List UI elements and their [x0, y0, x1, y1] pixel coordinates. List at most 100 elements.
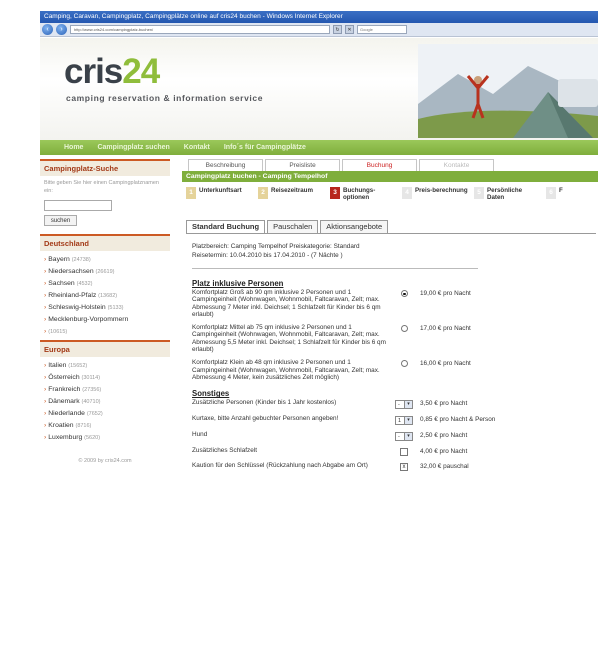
refresh-icon[interactable]: ↻	[333, 25, 342, 34]
country-count: (15652)	[68, 363, 88, 369]
region-link-schleswig-holstein[interactable]: Schleswig-Holstein (5133)	[40, 302, 170, 314]
step-number: 4	[402, 187, 412, 199]
browser-toolbar: ‹ › http://www.cris24.com/campingplatz-b…	[40, 23, 598, 37]
country-count: (7652)	[86, 411, 103, 417]
step-label: Buchungs-optionen	[343, 187, 376, 201]
region-name: Bayern	[48, 256, 70, 263]
main-navigation: Home Campingplatz suchen Kontakt Info´s …	[40, 140, 598, 155]
country-count: (40710)	[81, 399, 101, 405]
country-link-frankreich[interactable]: Frankreich (27356)	[40, 384, 170, 396]
region-name: Mecklenburg-Vorpommern	[48, 316, 129, 323]
area-line: Platzbereich: Camping Tempelhof Preiskat…	[192, 243, 360, 250]
country-name: Österreich	[48, 374, 80, 381]
step-persoenliche-daten[interactable]: 5 Persönliche Daten	[474, 187, 540, 216]
step-label: Reisezeitraum	[271, 187, 313, 194]
region-link-rheinland-pfalz[interactable]: Rheinland-Pfalz (13682)	[40, 290, 170, 302]
region-count: (13682)	[98, 293, 118, 299]
site-tagline: camping reservation & information servic…	[66, 93, 264, 103]
region-count: (24738)	[71, 257, 91, 263]
place-radio-mittel[interactable]	[400, 325, 408, 333]
main-content: Beschreibung Preisliste Buchung Kontakte…	[182, 159, 598, 654]
place-radio-klein[interactable]	[400, 360, 408, 368]
kaution-checkbox[interactable]: x	[400, 463, 408, 472]
option-price: 32,00 € pauschal	[420, 463, 469, 471]
country-link-niederlande[interactable]: Niederlande (7652)	[40, 408, 170, 420]
step-number: 3	[330, 187, 340, 199]
extra-option-personen: Zusätzliche Personen (Kinder bis 1 Jahr …	[192, 399, 596, 410]
section-platz-heading: Platz inklusive Personen	[192, 279, 284, 288]
search-input[interactable]: Google	[357, 25, 407, 34]
country-link-oesterreich[interactable]: Österreich (30114)	[40, 372, 170, 384]
country-link-italien[interactable]: Italien (15652)	[40, 360, 170, 372]
country-link-luxemburg[interactable]: Luxemburg (5620)	[40, 432, 170, 444]
nav-kontakt[interactable]: Kontakt	[184, 144, 210, 151]
step-number: 5	[474, 187, 484, 199]
back-icon[interactable]: ‹	[42, 24, 53, 35]
region-name: Niedersachsen	[48, 268, 94, 275]
nav-home[interactable]: Home	[64, 144, 83, 151]
option-description: Hund	[192, 431, 208, 439]
option-price: 0,85 € pro Nacht & Person	[420, 416, 496, 424]
region-count: (26619)	[95, 269, 115, 275]
kurtaxe-select[interactable]: 1	[395, 416, 413, 426]
tab-aktionsangebote[interactable]: Aktionsangebote	[320, 220, 389, 233]
extra-option-schlafzelt: Zusätzliches Schlafzelt 4,00 € pro Nacht	[192, 447, 596, 457]
country-link-daenemark[interactable]: Dänemark (40710)	[40, 396, 170, 408]
extra-option-hund: Hund - 2,50 € pro Nacht	[192, 431, 596, 442]
tab-standard-buchung[interactable]: Standard Buchung	[186, 220, 266, 233]
germany-heading: Deutschland	[40, 234, 170, 251]
option-description: Kurtaxe, bitte Anzahl gebuchter Personen…	[192, 415, 339, 423]
schlafzelt-checkbox[interactable]	[400, 448, 408, 457]
step-buchungsoptionen[interactable]: 3 Buchungs-optionen	[330, 187, 396, 216]
region-link-niedersachsen[interactable]: Niedersachsen (26619)	[40, 266, 170, 278]
stop-icon[interactable]: ✕	[345, 25, 354, 34]
region-count-mv: (10615)	[40, 326, 170, 338]
nav-campingplatz-suchen[interactable]: Campingplatz suchen	[97, 144, 169, 151]
region-name: Rheinland-Pfalz	[48, 292, 97, 299]
step-preisberechnung[interactable]: 4 Preis-berechnung	[402, 187, 468, 216]
hund-select[interactable]: -	[395, 432, 413, 442]
step-label: Unterkunftsart	[199, 187, 242, 194]
step-next[interactable]: 6F	[546, 187, 563, 216]
logo-text: cris	[64, 52, 123, 91]
option-description: Komfortplatz Mittel ab 75 qm inklusive 2…	[192, 324, 386, 354]
country-count: (5620)	[84, 435, 101, 441]
tab-kontakte[interactable]: Kontakte	[419, 159, 494, 171]
search-button[interactable]: suchen	[44, 215, 77, 226]
site-logo[interactable]: cris24	[64, 52, 160, 91]
step-number: 6	[546, 187, 556, 199]
sidebar-search-heading: Campingplatz-Suche	[40, 159, 170, 176]
country-name: Italien	[48, 362, 67, 369]
region-name: Sachsen	[48, 280, 75, 287]
nav-info[interactable]: Info´s für Campingplätze	[224, 144, 306, 151]
window-title: Camping, Caravan, Campingplatz, Campingp…	[40, 11, 598, 23]
option-price: 3,50 € pro Nacht	[420, 400, 468, 408]
campsite-tabs: Beschreibung Preisliste Buchung Kontakte	[182, 159, 598, 171]
personen-select[interactable]: -	[395, 400, 413, 410]
address-bar[interactable]: http://www.cris24.com/campingplatz-buche…	[70, 25, 330, 34]
region-count: (5133)	[107, 305, 124, 311]
region-link-mecklenburg-vorpommern[interactable]: Mecklenburg-Vorpommern	[40, 314, 170, 326]
tab-preisliste[interactable]: Preisliste	[265, 159, 340, 171]
option-description: Komfortplatz Groß ab 90 qm inklusive 2 P…	[192, 289, 381, 318]
tab-pauschalen[interactable]: Pauschalen	[267, 220, 319, 233]
option-description: Kaution für den Schlüssel (Rückzahlung n…	[192, 462, 368, 470]
place-option-klein: Komfortplatz Klein ab 48 qm inklusive 2 …	[192, 359, 596, 381]
tab-beschreibung[interactable]: Beschreibung	[188, 159, 263, 171]
step-unterkunftsart[interactable]: 1 Unterkunftsart	[186, 187, 252, 216]
option-price: 16,00 € pro Nacht	[420, 360, 471, 368]
campsite-search-input[interactable]	[44, 200, 112, 211]
booking-type-tabs: Standard Buchung Pauschalen Aktionsangeb…	[182, 220, 598, 233]
logo-number: 24	[122, 52, 160, 91]
tab-buchung[interactable]: Buchung	[342, 159, 417, 171]
place-radio-gross[interactable]	[400, 290, 408, 297]
country-link-kroatien[interactable]: Kroatien (8716)	[40, 420, 170, 432]
forward-icon[interactable]: ›	[56, 24, 67, 35]
region-link-sachsen[interactable]: Sachsen (4532)	[40, 278, 170, 290]
step-reisezeitraum[interactable]: 2 Reisezeitraum	[258, 187, 324, 216]
booking-panel: Platzbereich: Camping Tempelhof Preiskat…	[186, 233, 596, 472]
region-link-bayern[interactable]: Bayern (24738)	[40, 254, 170, 266]
place-option-mittel: Komfortplatz Mittel ab 75 qm inklusive 2…	[192, 324, 596, 353]
booking-title: Campingplatz buchen - Camping Tempelhof	[182, 171, 598, 182]
copyright: © 2009 by cris24.com	[78, 458, 132, 464]
